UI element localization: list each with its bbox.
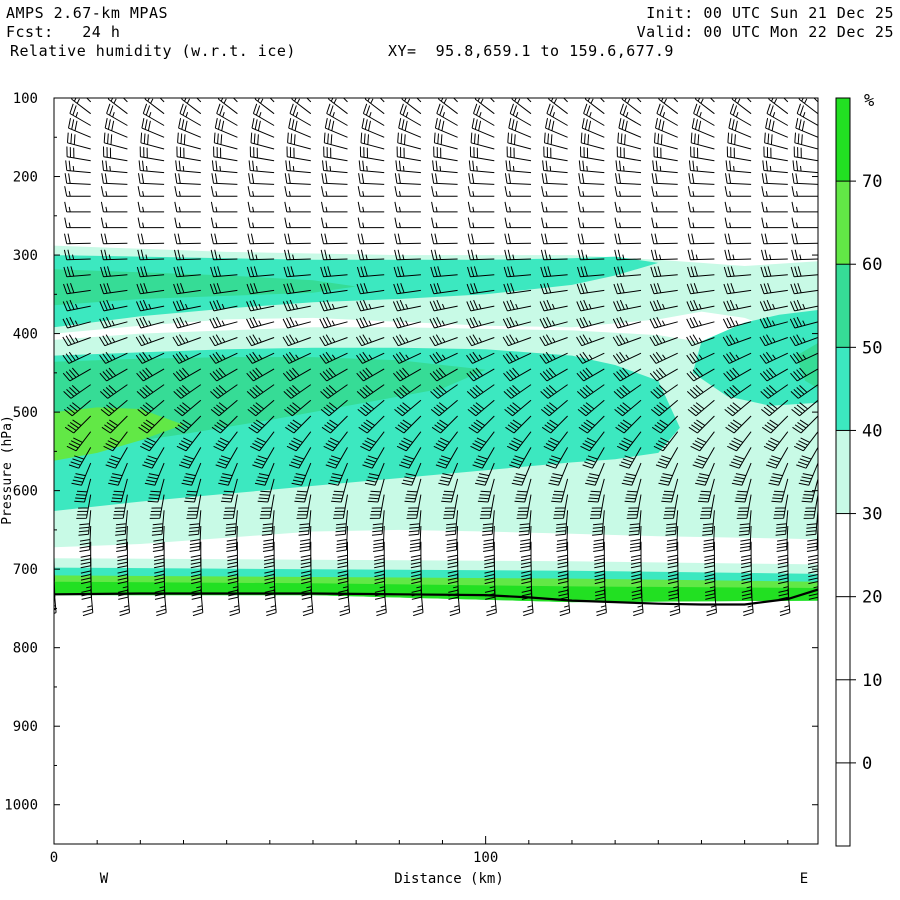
y-tick-label: 900 xyxy=(13,719,38,735)
wind-barb xyxy=(54,368,55,370)
wind-barb xyxy=(54,101,55,102)
colorbar-tick-label: 10 xyxy=(862,671,882,691)
wind-barb xyxy=(54,290,55,291)
wind-barb xyxy=(54,160,55,161)
wind-barb xyxy=(54,541,55,567)
x-axis-label: Distance (km) xyxy=(394,871,504,887)
y-tick-label: 300 xyxy=(13,248,38,264)
y-tick-label: 700 xyxy=(13,562,38,578)
colorbar-swatch xyxy=(836,264,850,348)
wind-barb xyxy=(54,463,55,465)
y-tick-label: 200 xyxy=(13,170,38,186)
wind-barb xyxy=(54,384,55,386)
colorbar-swatch xyxy=(836,430,850,514)
cross-section-chart: 1002003004005006007008009001000 0 100 Pre… xyxy=(0,91,882,887)
wind-barb xyxy=(54,447,55,449)
wind-barb xyxy=(54,124,55,126)
y-tick-label: 800 xyxy=(13,641,38,657)
y-tick-label: 100 xyxy=(13,91,38,107)
wind-barb xyxy=(54,557,55,582)
colorbar-swatch xyxy=(836,98,850,182)
y-tick-label: 500 xyxy=(13,405,38,421)
colorbar-swatch xyxy=(836,679,850,763)
east-label: E xyxy=(800,871,808,887)
y-axis-label: Pressure (hPa) xyxy=(0,415,15,525)
colorbar-swatch xyxy=(836,513,850,597)
wind-barb xyxy=(28,186,54,196)
y-tick-label: 1000 xyxy=(4,798,38,814)
wind-barb xyxy=(54,148,55,149)
wind-barb xyxy=(54,573,56,598)
colorbar-unit: % xyxy=(864,91,874,111)
colorbar-tick-label: 60 xyxy=(862,255,882,275)
wind-barb xyxy=(54,136,55,138)
colorbar-tick-label: 0 xyxy=(862,754,872,774)
x-tick-label: 100 xyxy=(473,850,498,866)
colorbar-tick-label: 70 xyxy=(862,172,882,192)
colorbar-tick-label: 20 xyxy=(862,588,882,608)
wind-barb xyxy=(28,218,54,228)
colorbar-swatch xyxy=(836,596,850,680)
wind-barb xyxy=(28,202,54,212)
wind-barb xyxy=(54,526,55,538)
colorbar-swatch xyxy=(836,181,850,265)
y-tick-label: 400 xyxy=(13,327,38,343)
wind-barb xyxy=(54,274,55,276)
wind-barb xyxy=(54,494,55,498)
colorbar: 0 10 20 30 40 50 60 70 xyxy=(835,97,882,847)
x-tick-label: 0 xyxy=(50,850,58,866)
colorbar-tick-label: 40 xyxy=(862,421,882,441)
colorbar-tick-label: 30 xyxy=(862,505,882,525)
y-tick-label: 600 xyxy=(13,484,38,500)
wind-barb xyxy=(54,431,55,433)
wind-barb xyxy=(54,243,55,244)
wind-barb xyxy=(54,306,55,307)
wind-barb xyxy=(54,510,55,517)
colorbar-tick-label: 50 xyxy=(862,338,882,358)
colorbar-swatch xyxy=(836,347,850,431)
west-label: W xyxy=(100,871,109,887)
wind-barb xyxy=(54,353,55,354)
wind-barb xyxy=(54,478,55,481)
colorbar-swatch xyxy=(836,762,850,846)
